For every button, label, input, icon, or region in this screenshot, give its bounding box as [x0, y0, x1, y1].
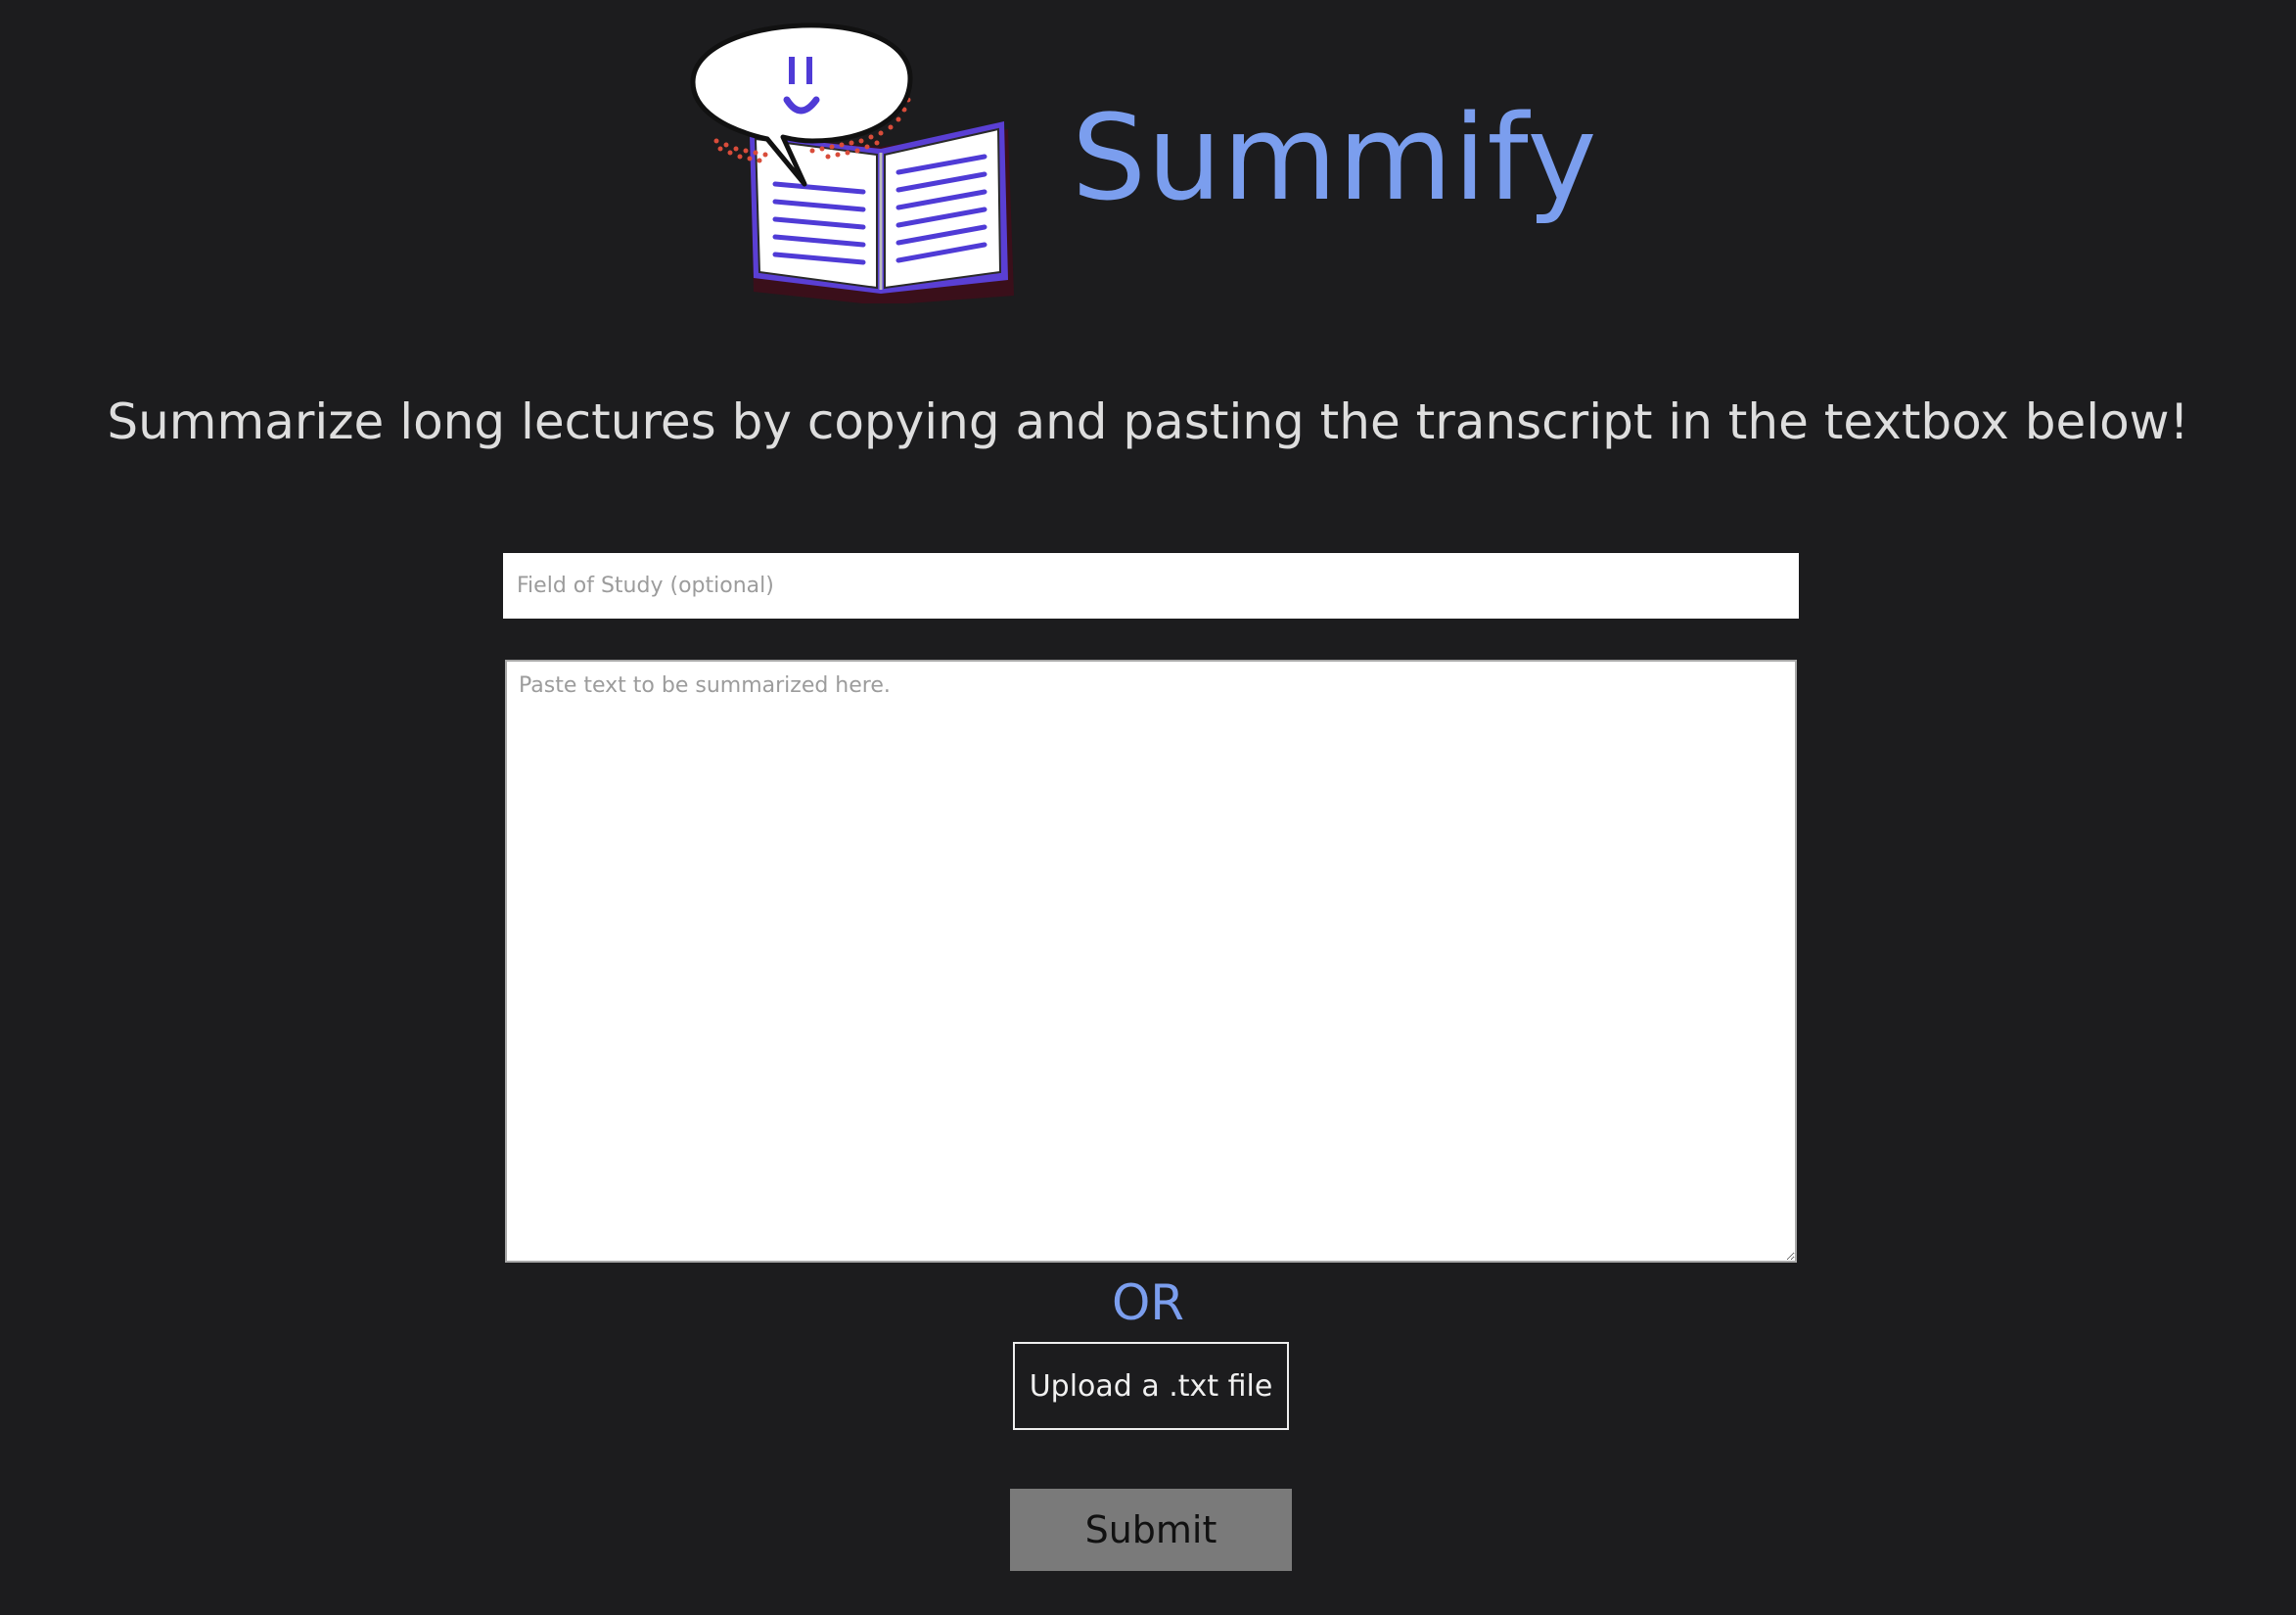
- upload-txt-file-button[interactable]: Upload a .txt file: [1013, 1342, 1289, 1430]
- tagline: Summarize long lectures by copying and p…: [107, 393, 2189, 450]
- app-header: Summify: [0, 0, 2296, 323]
- transcript-textarea[interactable]: [505, 660, 1797, 1263]
- field-of-study-input[interactable]: [503, 553, 1799, 619]
- or-divider-label: OR: [1111, 1274, 1185, 1331]
- submit-button[interactable]: Submit: [1010, 1489, 1292, 1571]
- book-speech-bubble-logo-icon: [690, 23, 1014, 303]
- app-title: Summify: [1072, 91, 1598, 227]
